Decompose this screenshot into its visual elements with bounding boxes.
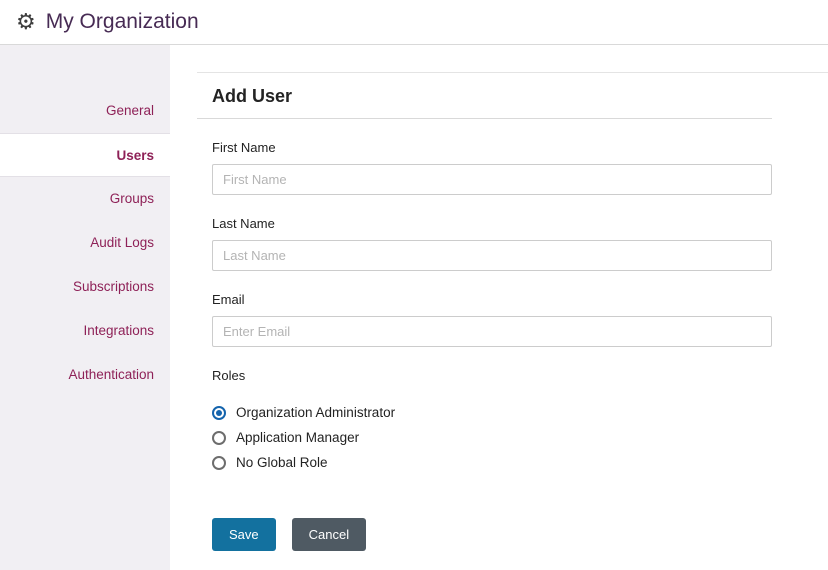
radio-selected-icon[interactable] — [212, 406, 226, 420]
sidebar-item-groups[interactable]: Groups — [0, 177, 170, 221]
sidebar-item-users[interactable]: Users — [0, 133, 170, 177]
last-name-label: Last Name — [212, 216, 772, 231]
role-option-no-global-role[interactable]: No Global Role — [212, 450, 772, 475]
radio-unselected-icon[interactable] — [212, 456, 226, 470]
sidebar-item-subscriptions[interactable]: Subscriptions — [0, 265, 170, 309]
app-header: ⚙ My Organization — [0, 0, 828, 45]
email-label: Email — [212, 292, 772, 307]
role-option-organization-administrator[interactable]: Organization Administrator — [212, 400, 772, 425]
sidebar-item-authentication[interactable]: Authentication — [0, 353, 170, 397]
first-name-input[interactable] — [212, 164, 772, 195]
sidebar: General Users Groups Audit Logs Subscrip… — [0, 45, 170, 570]
radio-label: No Global Role — [236, 455, 328, 470]
radio-label: Organization Administrator — [236, 405, 395, 420]
roles-radio-group: Organization Administrator Application M… — [212, 400, 772, 475]
section-title: Add User — [197, 86, 772, 119]
radio-unselected-icon[interactable] — [212, 431, 226, 445]
sidebar-item-general[interactable]: General — [0, 89, 170, 133]
sidebar-item-audit-logs[interactable]: Audit Logs — [0, 221, 170, 265]
last-name-field-group: Last Name — [212, 216, 772, 271]
content-panel: Add User First Name Last Name Email Role… — [170, 45, 828, 570]
first-name-label: First Name — [212, 140, 772, 155]
radio-label: Application Manager — [236, 430, 359, 445]
role-option-application-manager[interactable]: Application Manager — [212, 425, 772, 450]
form-actions: Save Cancel — [212, 518, 772, 551]
page-title: My Organization — [46, 10, 199, 34]
panel-divider — [197, 72, 828, 73]
gear-icon[interactable]: ⚙ — [16, 11, 36, 33]
sidebar-item-integrations[interactable]: Integrations — [0, 309, 170, 353]
cancel-button[interactable]: Cancel — [292, 518, 366, 551]
save-button[interactable]: Save — [212, 518, 276, 551]
last-name-input[interactable] — [212, 240, 772, 271]
email-input[interactable] — [212, 316, 772, 347]
first-name-field-group: First Name — [212, 140, 772, 195]
roles-label: Roles — [212, 368, 772, 383]
main-shell: General Users Groups Audit Logs Subscrip… — [0, 45, 828, 570]
email-field-group: Email — [212, 292, 772, 347]
